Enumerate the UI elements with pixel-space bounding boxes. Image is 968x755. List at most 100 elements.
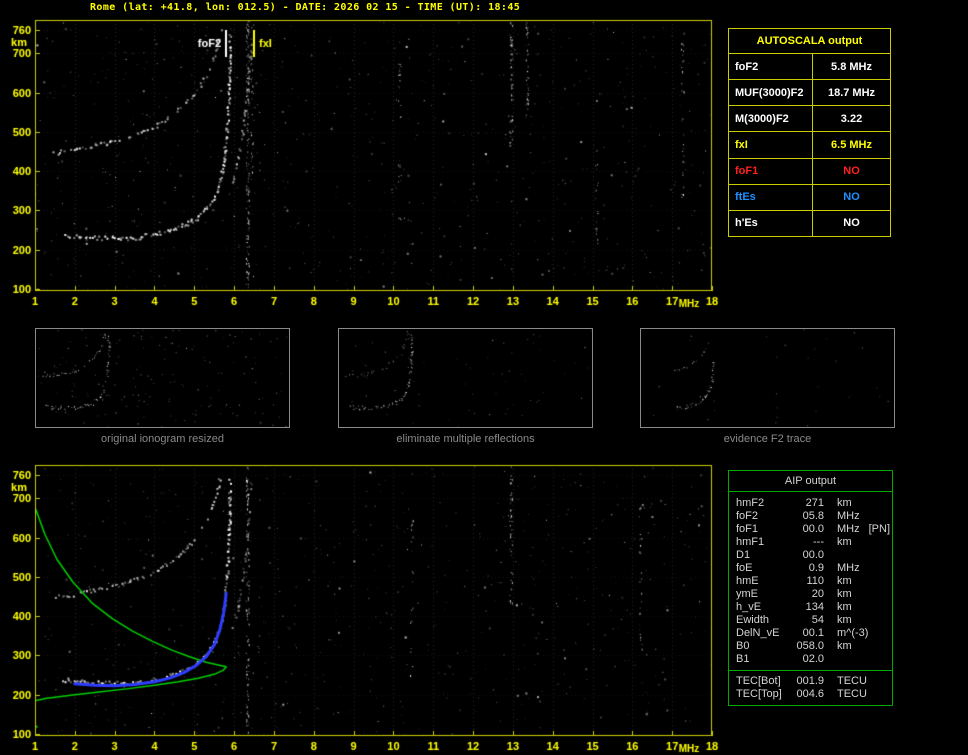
aip-value: 271 <box>805 497 824 509</box>
aip-value: 02.0 <box>802 653 824 665</box>
autoscala-row: ftEs NO <box>729 184 890 211</box>
aip-label: TEC[Bot] <box>736 675 781 687</box>
aip-value: 54 <box>811 614 824 626</box>
aip-label: hmF1 <box>736 536 765 548</box>
aip-row: Ewidth 54 km <box>729 614 892 627</box>
autoscala-param-label: M(3000)F2 <box>729 106 813 132</box>
autoscala-param-label: foF2 <box>729 54 813 80</box>
aip-row: ymE 20 km <box>729 588 892 601</box>
autoscala-row: fxI 6.5 MHz <box>729 132 890 159</box>
thumbnail-eliminate-canvas <box>339 329 592 427</box>
aip-label: D1 <box>736 549 751 561</box>
autoscala-param-value: 5.8 MHz <box>831 60 872 73</box>
aip-label: hmF2 <box>736 497 765 509</box>
aip-unit: km <box>837 536 852 548</box>
aip-output-table: AIP output hmF2 271 km foF2 05.8 MHz foF1 00.0 M… <box>728 470 893 706</box>
aip-value: 20 <box>811 588 824 600</box>
aip-value: 058.0 <box>796 640 824 652</box>
aip-value: 0.9 <box>808 562 824 574</box>
thumbnail-evidence-canvas <box>641 329 894 427</box>
autoscala-param-label: MUF(3000)F2 <box>729 80 813 106</box>
thumbnail-original-ionogram <box>35 328 290 428</box>
aip-row: B1 02.0 <box>729 653 892 666</box>
aip-value: 05.8 <box>802 510 824 522</box>
autoscala-param-value: 6.5 MHz <box>831 138 872 151</box>
thumbnail-caption: original ionogram resized <box>101 433 224 445</box>
autoscala-row: MUF(3000)F2 18.7 MHz <box>729 80 890 107</box>
aip-row: hmF1 --- km <box>729 536 892 549</box>
aip-unit: km <box>837 575 852 587</box>
aip-label: hmE <box>736 575 759 587</box>
autoscala-param-label: foF1 <box>729 158 813 184</box>
thumbnail-eliminate-reflections <box>338 328 593 428</box>
aip-row: TEC[Top] 004.6 TECU <box>729 688 892 701</box>
aip-separator <box>729 670 892 671</box>
aip-row: DelN_vE 00.1 m^(-3) <box>729 627 892 640</box>
bottom-ionogram-plot <box>0 463 724 755</box>
page-title: Rome (lat: +41.8, lon: 012.5) - DATE: 20… <box>90 2 521 13</box>
autoscala-param-value: NO <box>843 191 860 204</box>
aip-label: Ewidth <box>736 614 770 626</box>
aip-unit: MHz <box>837 562 860 574</box>
aip-label: foF2 <box>736 510 759 522</box>
aip-value: 00.0 <box>802 523 824 535</box>
autoscala-param-value: 18.7 MHz <box>827 86 876 99</box>
aip-value: 110 <box>806 575 824 587</box>
autoscala-param-value: NO <box>843 165 860 178</box>
aip-row: h_vE 134 km <box>729 601 892 614</box>
autoscala-row: M(3000)F2 3.22 <box>729 106 890 133</box>
top-ionogram-plot <box>0 18 724 316</box>
aip-label: B1 <box>736 653 750 665</box>
aip-row: D1 00.0 <box>729 549 892 562</box>
aip-value: 00.1 <box>802 627 824 639</box>
autoscala-table-title: AUTOSCALA output <box>729 29 890 54</box>
autoscala-param-label: ftEs <box>729 184 813 210</box>
aip-unit: TECU <box>837 688 867 700</box>
autoscala-param-label: fxI <box>729 132 813 158</box>
aip-unit: km <box>837 601 852 613</box>
aip-extra: [PN] <box>868 523 891 535</box>
autoscala-row: h'Es NO <box>729 210 890 236</box>
aip-label: foE <box>736 562 753 574</box>
autoscala-output-table: AUTOSCALA output foF2 5.8 MHz MUF(3000)F2 1… <box>728 28 891 237</box>
aip-value: 00.0 <box>802 549 824 561</box>
aip-unit: m^(-3) <box>837 627 869 639</box>
aip-value: 004.6 <box>796 688 824 700</box>
aip-value: --- <box>813 536 824 548</box>
aip-unit: km <box>837 497 852 509</box>
aip-label: h_vE <box>736 601 762 613</box>
aip-row: TEC[Bot] 001.9 TECU <box>729 675 892 688</box>
autoscala-param-value: 3.22 <box>840 112 863 125</box>
aip-row: foF1 00.0 MHz [PN] <box>729 523 892 536</box>
aip-value: 001.9 <box>796 675 824 687</box>
thumbnail-caption: eliminate multiple reflections <box>396 433 535 445</box>
aip-value: 134 <box>805 601 824 613</box>
aip-row: foE 0.9 MHz <box>729 562 892 575</box>
aip-label: TEC[Top] <box>736 688 782 700</box>
autoscala-table-rows: foF2 5.8 MHz MUF(3000)F2 18.7 MHz M(3000)F2 3… <box>729 54 890 236</box>
aip-table-rows: hmF2 271 km foF2 05.8 MHz foF1 00.0 MHz [PN] hmF1 -… <box>729 497 892 701</box>
aip-table-title: AIP output <box>729 471 892 492</box>
aip-row: foF2 05.8 MHz <box>729 510 892 523</box>
thumbnail-evidence-f2 <box>640 328 895 428</box>
aip-label: ymE <box>736 588 758 600</box>
aip-row: hmE 110 km <box>729 575 892 588</box>
aip-unit: km <box>837 588 852 600</box>
autoscala-param-value: NO <box>843 217 860 230</box>
autoscala-window: Rome (lat: +41.8, lon: 012.5) - DATE: 20… <box>0 0 968 755</box>
aip-unit: km <box>837 614 852 626</box>
autoscala-row: foF1 NO <box>729 158 890 185</box>
aip-label: foF1 <box>736 523 759 535</box>
autoscala-row: foF2 5.8 MHz <box>729 54 890 81</box>
aip-unit: MHz <box>837 523 860 535</box>
thumbnail-original-canvas <box>36 329 289 427</box>
aip-label: DelN_vE <box>736 627 780 639</box>
aip-unit: MHz <box>837 510 860 522</box>
aip-unit: TECU <box>837 675 867 687</box>
aip-unit: km <box>837 640 852 652</box>
aip-label: B0 <box>736 640 750 652</box>
aip-row: B0 058.0 km <box>729 640 892 653</box>
autoscala-param-label: h'Es <box>729 210 813 236</box>
aip-row: hmF2 271 km <box>729 497 892 510</box>
thumbnail-caption: evidence F2 trace <box>723 433 812 445</box>
